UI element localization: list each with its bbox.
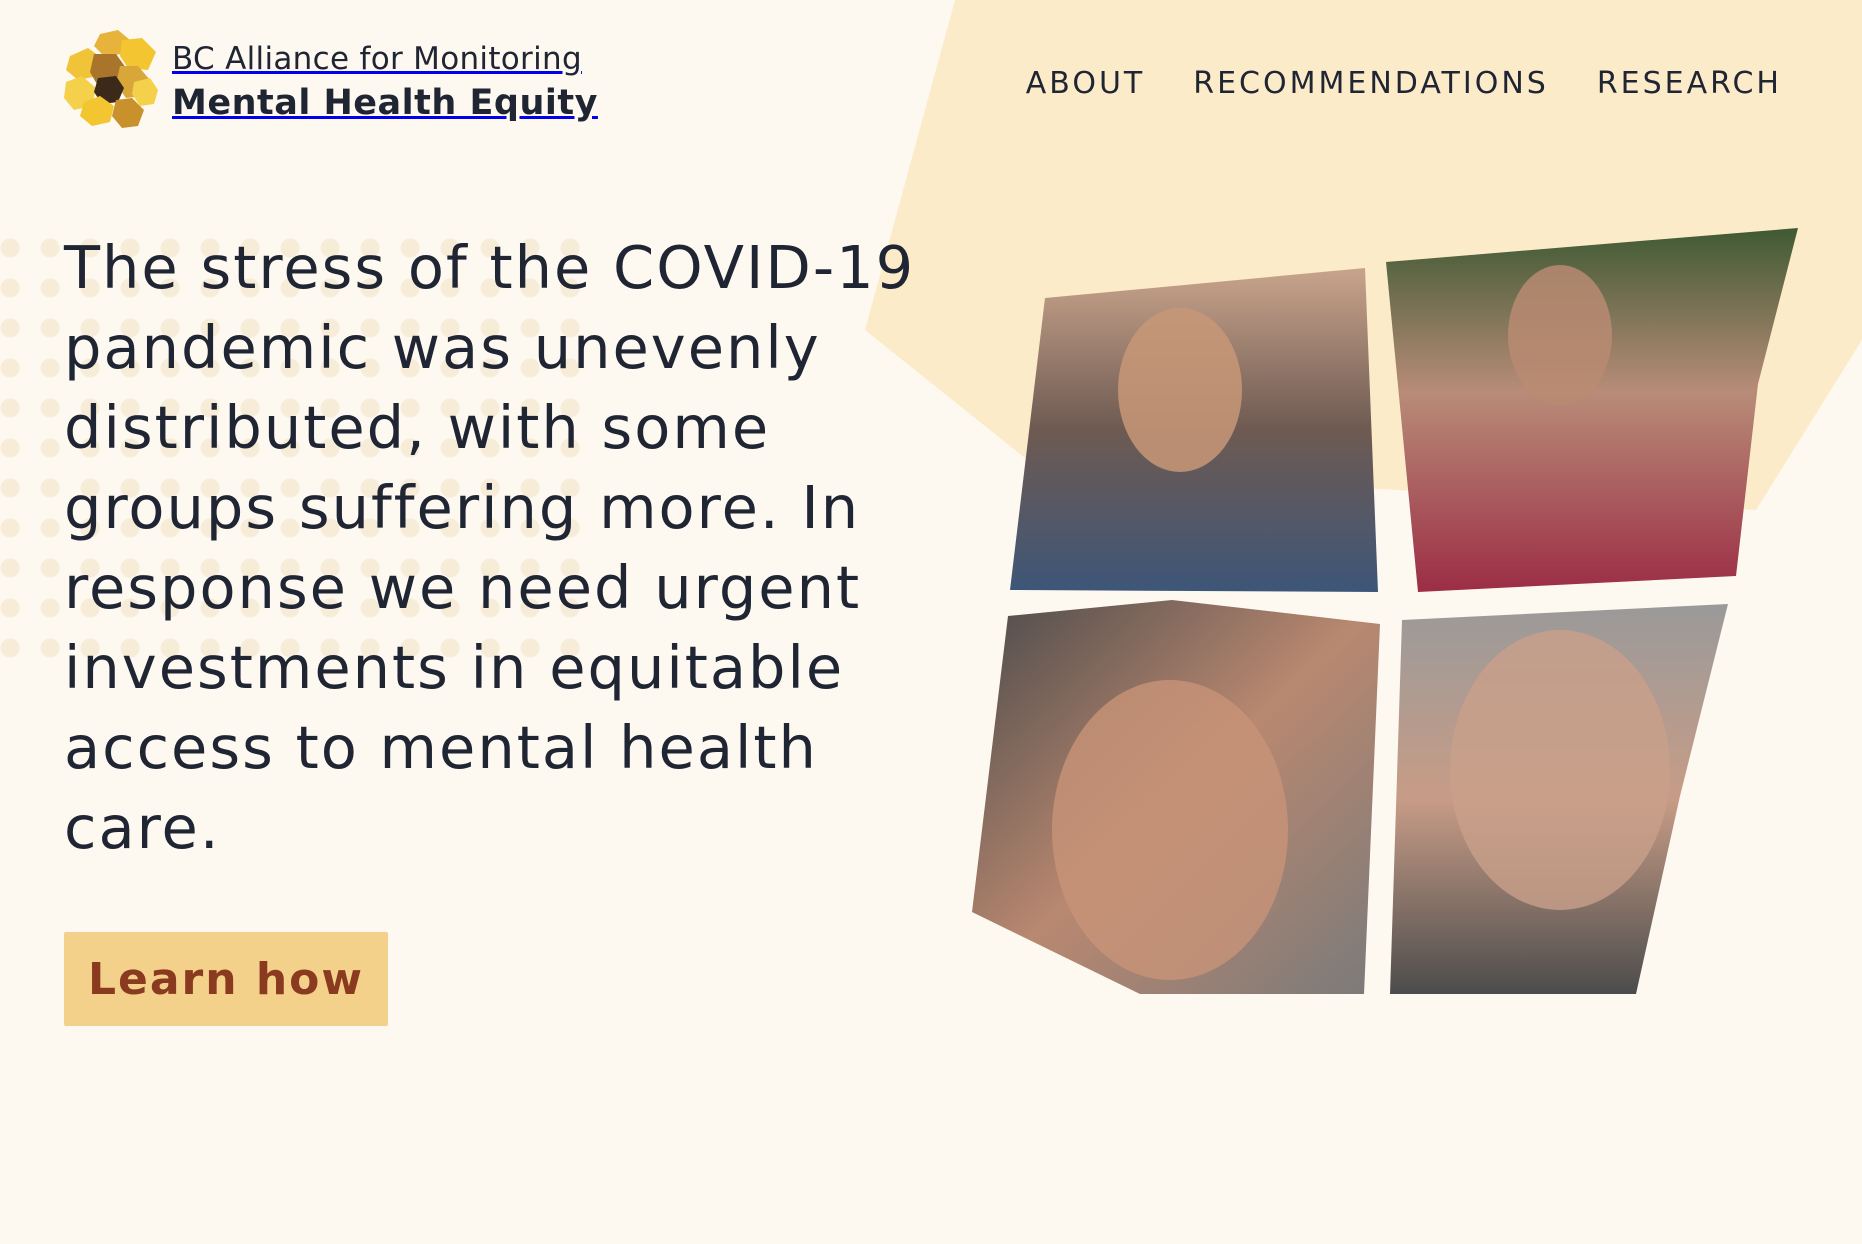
main-nav: ABOUT RECOMMENDATIONS RESEARCH	[1026, 66, 1782, 101]
nav-link-recommendations[interactable]: RECOMMENDATIONS	[1193, 66, 1549, 101]
hero-headline: The stress of the COVID-19 pandemic was …	[64, 233, 916, 862]
portrait-face-2	[1508, 265, 1612, 405]
nav-link-research[interactable]: RESEARCH	[1597, 66, 1782, 101]
portrait-face-3	[1052, 680, 1288, 980]
nav-link-about[interactable]: ABOUT	[1026, 66, 1145, 101]
logo-title-line2: Mental Health Equity	[172, 83, 598, 123]
portrait-face-1	[1118, 308, 1242, 472]
logo-title-line1: BC Alliance for Monitoring	[172, 41, 582, 77]
honeycomb-logo-icon	[64, 30, 158, 128]
portrait-face-4	[1450, 630, 1670, 910]
learn-how-button[interactable]: Learn how	[64, 932, 388, 1026]
site-logo-link[interactable]: BC Alliance for Monitoring Mental Health…	[64, 30, 598, 134]
site-header: BC Alliance for Monitoring Mental Health…	[0, 0, 1862, 150]
